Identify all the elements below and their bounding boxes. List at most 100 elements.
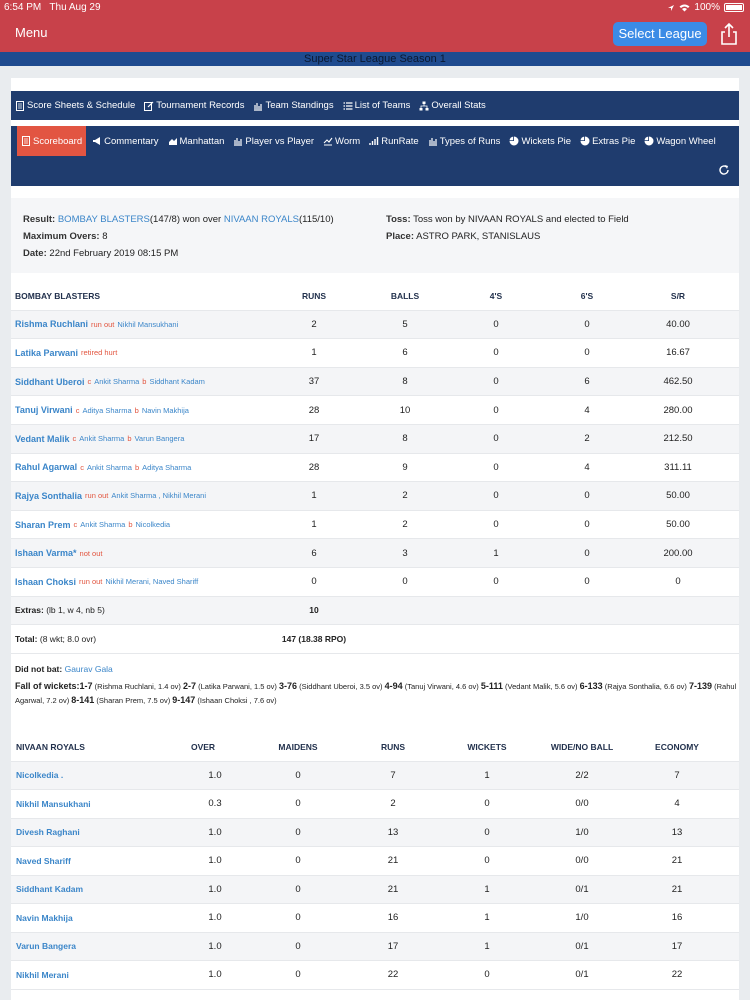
player-name[interactable]: Ishaan Varma* — [15, 548, 77, 558]
nav-overall-stats[interactable]: Overall Stats — [419, 100, 486, 111]
economy-cell: 22 — [671, 969, 683, 981]
bowling-row: Nikhil Mansukhani 0.3 0 2 0 0/0 4 — [11, 790, 739, 819]
batting-row: Rahul Agarwal c Ankit Sharma b Aditya Sh… — [11, 454, 739, 483]
batting-table: BOMBAY BLASTERS RUNS BALLS 4'S 6'S S/R R… — [11, 282, 739, 654]
balls-cell: 9 — [402, 461, 408, 473]
area-chart-icon — [168, 138, 177, 145]
runs-cell: 6 — [311, 547, 317, 559]
menu-button[interactable]: Menu — [15, 25, 48, 40]
wide-noball-cell: 1/0 — [575, 826, 589, 838]
economy-cell: 4 — [674, 798, 680, 810]
status-time: 6:54 PM — [4, 2, 42, 13]
match-info: Result: BOMBAY BLASTERS(147/8) won over … — [11, 198, 739, 273]
tab-scoreboard[interactable]: Scoreboard — [17, 126, 87, 156]
share-icon[interactable] — [719, 22, 739, 46]
strike-rate-cell: 212.50 — [663, 433, 693, 445]
player-name[interactable]: Sharan Prem — [15, 520, 71, 530]
status-bar: 6:54 PM Thu Aug 29 100% — [0, 0, 750, 16]
wickets-cell: 1 — [484, 883, 490, 895]
tab-wagon-wheel[interactable]: Wagon Wheel — [644, 126, 716, 156]
tab-types-of-runs[interactable]: Types of Runs — [428, 126, 500, 156]
tab-runrate[interactable]: RunRate — [369, 126, 419, 156]
fours-cell: 0 — [493, 461, 499, 473]
max-overs-line: Maximum Overs: 8 — [23, 231, 108, 242]
document-icon — [22, 136, 30, 146]
strike-rate-cell: 16.67 — [666, 347, 690, 359]
balls-cell: 0 — [402, 576, 408, 588]
wide-noball-cell: 2/2 — [575, 769, 589, 781]
player-name[interactable]: Rahul Agarwal — [15, 462, 77, 472]
player-name[interactable]: Siddhant Uberoi — [15, 377, 85, 387]
sixes-cell: 0 — [584, 490, 590, 502]
scoreboard-card: Score Sheets & Schedule Tournament Recor… — [11, 78, 739, 1000]
maidens-cell: 0 — [295, 855, 301, 867]
bowling-row: Varun Bangera 1.0 0 17 1 0/1 17 — [11, 932, 739, 961]
strike-rate-cell: 0 — [675, 576, 681, 588]
bowler-name[interactable]: Nicolkedia . — [16, 762, 63, 790]
team2-link[interactable]: NIVAAN ROYALS — [224, 214, 299, 225]
bowler-name[interactable]: Naved Shariff — [16, 847, 71, 875]
refresh-icon[interactable] — [718, 164, 730, 176]
bowler-name[interactable]: Navin Makhija — [16, 904, 73, 932]
tab-commentary[interactable]: Commentary — [92, 126, 159, 156]
pie-chart-icon — [580, 136, 590, 146]
bowling-table: NIVAAN ROYALS OVER MAIDENS RUNS WICKETS … — [11, 733, 739, 990]
bowler-name[interactable]: Divesh Raghani — [16, 819, 80, 847]
bowling-row: Siddhant Kadam 1.0 0 21 1 0/1 21 — [11, 875, 739, 904]
extras-row: Extras: (lb 1, w 4, nb 5) 10 — [11, 596, 739, 626]
sixes-cell: 6 — [584, 376, 590, 388]
maidens-cell: 0 — [295, 940, 301, 952]
tab-player-vs-player[interactable]: Player vs Player — [233, 126, 314, 156]
tab-extras-pie[interactable]: Extras Pie — [580, 126, 635, 156]
player-name[interactable]: Vedant Malik — [15, 434, 70, 444]
fow-item: 3-76 (Siddhant Uberoi, 3.5 ov) — [279, 681, 383, 691]
fours-cell: 0 — [493, 404, 499, 416]
tab-wickets-pie[interactable]: Wickets Pie — [509, 126, 571, 156]
batting-row: Ishaan Varma* not out 6 3 1 0 200.00 — [11, 539, 739, 568]
player-name[interactable]: Latika Parwani — [15, 348, 78, 358]
player-name[interactable]: Tanuj Virwani — [15, 405, 73, 415]
bowler-name[interactable]: Siddhant Kadam — [16, 876, 83, 904]
wickets-cell: 1 — [484, 912, 490, 924]
economy-cell: 16 — [671, 912, 683, 924]
fours-cell: 1 — [493, 547, 499, 559]
fow-item: 5-111 (Vedant Malik, 5.6 ov) — [480, 681, 578, 691]
balls-cell: 10 — [399, 404, 411, 416]
nav-tournament-records[interactable]: Tournament Records — [144, 100, 244, 111]
nav-team-standings[interactable]: Team Standings — [253, 100, 334, 111]
runs-cell: 2 — [311, 318, 317, 330]
tab-worm[interactable]: Worm — [323, 126, 360, 156]
line-chart-icon — [323, 137, 333, 146]
sitemap-icon — [419, 101, 429, 110]
balls-cell: 8 — [402, 433, 408, 445]
tab-manhattan[interactable]: Manhattan — [168, 126, 224, 156]
select-league-button[interactable]: Select League — [613, 22, 707, 46]
bowler-name[interactable]: Varun Bangera — [16, 933, 76, 961]
bowler-name[interactable]: Nikhil Mansukhani — [16, 790, 91, 818]
fow-item: 9-147 (Ishaan Choksi , 7.6 ov) — [172, 694, 277, 705]
battery-icon — [724, 3, 744, 12]
player-name[interactable]: Ishaan Choksi — [15, 577, 76, 587]
location-icon — [668, 4, 675, 11]
runs-cell: 16 — [387, 912, 399, 924]
pie-chart-icon — [509, 136, 519, 146]
runs-cell: 28 — [308, 404, 320, 416]
wifi-icon — [679, 4, 690, 11]
runs-cell: 0 — [311, 576, 317, 588]
wide-noball-cell: 0/1 — [575, 940, 589, 952]
player-name[interactable]: Rajya Sonthalia — [15, 491, 82, 501]
sub-nav: Scoreboard Commentary Manhattan Player v… — [11, 126, 739, 186]
runs-cell: 37 — [308, 376, 320, 388]
total-row: Total: (8 wkt; 8.0 ovr) 147 (18.38 RPO) — [11, 625, 739, 654]
nav-list-of-teams[interactable]: List of Teams — [343, 100, 410, 111]
wickets-cell: 1 — [484, 769, 490, 781]
fow-item: 4-94 (Tanuj Virwani, 4.6 ov) — [384, 681, 479, 691]
player-name[interactable]: Rishma Ruchlani — [15, 319, 88, 329]
team1-link[interactable]: BOMBAY BLASTERS — [58, 214, 150, 225]
bowling-header: NIVAAN ROYALS OVER MAIDENS RUNS WICKETS … — [11, 733, 739, 762]
bowler-name[interactable]: Nikhil Merani — [16, 961, 69, 989]
sixes-cell: 0 — [584, 519, 590, 531]
nav-score-sheets[interactable]: Score Sheets & Schedule — [15, 100, 135, 111]
fours-cell: 0 — [493, 433, 499, 445]
sixes-cell: 0 — [584, 318, 590, 330]
